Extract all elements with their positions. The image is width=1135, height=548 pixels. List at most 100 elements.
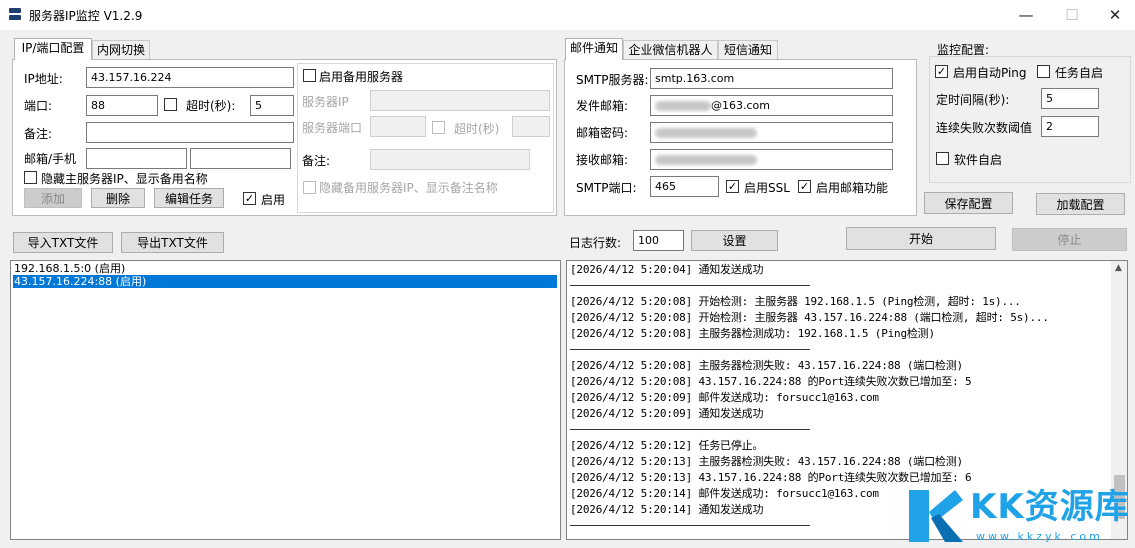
tab-wecom-robot[interactable]: 企业微信机器人 (623, 40, 718, 60)
enable-email-checkbox[interactable]: ✓ (798, 180, 811, 193)
backup-note-label: 备注: (302, 154, 331, 168)
timeout-input[interactable]: 5 (250, 95, 294, 116)
stop-button[interactable]: 停止 (1012, 228, 1127, 251)
log-separator (570, 285, 810, 286)
log-line: [2026/4/12 5:20:14] 邮件发送成功: forsucc1@163… (570, 487, 879, 500)
log-line: [2026/4/12 5:20:09] 邮件发送成功: forsucc1@163… (570, 391, 879, 404)
backup-timeout-checkbox[interactable] (432, 121, 445, 134)
app-icon (9, 8, 21, 21)
log-line: [2026/4/12 5:20:08] 开始检测: 主服务器 43.157.16… (570, 311, 1049, 324)
log-line: [2026/4/12 5:20:08] 开始检测: 主服务器 192.168.1… (570, 295, 1021, 308)
log-line: [2026/4/12 5:20:08] 43.157.16.224:88 的Po… (570, 375, 972, 388)
scroll-up-icon[interactable]: ▲ (1115, 263, 1122, 273)
save-config-button[interactable]: 保存配置 (924, 192, 1013, 214)
log-line: [2026/4/12 5:20:04] 通知发送成功 (570, 263, 764, 276)
log-lines-label: 日志行数: (569, 236, 622, 250)
ip-label: IP地址: (24, 72, 63, 86)
load-config-button[interactable]: 加载配置 (1036, 193, 1125, 215)
log-lines-input[interactable]: 100 (633, 230, 684, 251)
password-label: 邮箱密码: (576, 126, 629, 140)
redacted-blur (655, 128, 757, 138)
sender-domain: @163.com (711, 99, 770, 112)
enable-backup-checkbox[interactable] (303, 69, 316, 82)
hide-backup-ip-label: 隐藏备用服务器IP、显示备注名称 (319, 181, 498, 195)
tab-ip-port-config[interactable]: IP/端口配置 (14, 38, 92, 60)
hide-backup-ip-checkbox[interactable] (303, 181, 316, 194)
ssl-checkbox[interactable]: ✓ (726, 180, 739, 193)
hide-main-ip-label: 隐藏主服务器IP、显示备用名称 (41, 172, 208, 186)
sender-label: 发件邮箱: (576, 99, 629, 113)
redacted-blur (655, 101, 711, 111)
kk-logo-icon (909, 490, 963, 542)
timeout-checkbox[interactable] (164, 98, 177, 111)
backup-timeout-input[interactable] (512, 116, 550, 137)
add-button[interactable]: 添加 (24, 188, 82, 208)
enable-email-label: 启用邮箱功能 (816, 181, 889, 195)
contact-input-1[interactable] (86, 148, 187, 169)
port-label: 端口: (24, 99, 53, 113)
smtp-port-label: SMTP端口: (576, 181, 637, 195)
smtp-server-input[interactable]: smtp.163.com (650, 68, 893, 89)
smtp-server-label: SMTP服务器: (576, 73, 649, 87)
contact-input-2[interactable] (190, 148, 291, 169)
backup-ip-label: 服务器IP (302, 95, 349, 109)
interval-input[interactable]: 5 (1041, 88, 1099, 109)
backup-timeout-label: 超时(秒) (454, 122, 500, 136)
task-autostart-checkbox[interactable] (1037, 65, 1050, 78)
enable-backup-label: 启用备用服务器 (319, 70, 404, 84)
tab-sms-notify[interactable]: 短信通知 (718, 40, 778, 60)
minimize-button[interactable]: — (1003, 0, 1049, 30)
sender-input[interactable]: @163.com (650, 95, 893, 116)
port-input[interactable]: 88 (86, 95, 158, 116)
backup-note-input[interactable] (370, 149, 530, 170)
enable-task-label: 启用 (261, 193, 286, 207)
fail-threshold-label: 连续失败次数阈值 (936, 121, 1033, 135)
auto-ping-checkbox[interactable]: ✓ (935, 65, 948, 78)
timeout-label: 超时(秒): (186, 99, 236, 113)
list-item[interactable]: 192.168.1.5:0 (启用) (13, 262, 557, 275)
hide-main-ip-checkbox[interactable] (24, 171, 37, 184)
tab-intranet-switch[interactable]: 内网切换 (92, 40, 150, 60)
tab-email-notify[interactable]: 邮件通知 (565, 38, 623, 60)
backup-port-input[interactable] (370, 116, 426, 137)
server-list[interactable]: 192.168.1.5:0 (启用) 43.157.16.224:88 (启用) (10, 260, 561, 540)
software-autostart-label: 软件自启 (954, 153, 1003, 167)
password-input[interactable] (650, 122, 893, 143)
watermark-brand: KK资源库 (970, 487, 1130, 527)
ip-input[interactable]: 43.157.16.224 (86, 67, 294, 88)
enable-task-checkbox[interactable]: ✓ (243, 192, 256, 205)
log-line: [2026/4/12 5:20:14] 通知发送成功 (570, 503, 764, 516)
set-log-lines-button[interactable]: 设置 (691, 230, 778, 251)
start-button[interactable]: 开始 (846, 227, 996, 250)
log-separator (570, 525, 810, 526)
redacted-blur (655, 155, 757, 165)
backup-port-label: 服务器端口 (302, 121, 363, 135)
import-txt-button[interactable]: 导入TXT文件 (13, 232, 113, 253)
log-separator (570, 429, 810, 430)
backup-ip-input[interactable] (370, 90, 550, 111)
delete-button[interactable]: 删除 (91, 188, 145, 208)
title-bar (0, 0, 1135, 30)
ssl-label: 启用SSL (744, 181, 790, 195)
log-line: [2026/4/12 5:20:12] 任务已停止。 (570, 439, 764, 452)
export-txt-button[interactable]: 导出TXT文件 (121, 232, 224, 253)
log-line: [2026/4/12 5:20:13] 43.157.16.224:88 的Po… (570, 471, 972, 484)
note-input[interactable] (86, 122, 294, 143)
note-label: 备注: (24, 127, 53, 141)
contact-label: 邮箱/手机 (24, 152, 77, 166)
receiver-input[interactable] (650, 149, 893, 170)
software-autostart-checkbox[interactable] (936, 152, 949, 165)
close-button[interactable]: ✕ (1092, 0, 1135, 30)
interval-label: 定时间隔(秒): (936, 93, 1010, 107)
maximize-button[interactable]: ☐ (1049, 0, 1095, 30)
window-title: 服务器IP监控 V1.2.9 (29, 9, 143, 23)
auto-ping-label: 启用自动Ping (953, 66, 1027, 80)
edit-task-button[interactable]: 编辑任务 (154, 188, 224, 208)
log-line: [2026/4/12 5:20:08] 主服务器检测成功: 192.168.1.… (570, 327, 935, 340)
log-line: [2026/4/12 5:20:13] 主服务器检测失败: 43.157.16.… (570, 455, 963, 468)
smtp-port-input[interactable]: 465 (650, 176, 719, 197)
list-item-selected[interactable]: 43.157.16.224:88 (启用) (13, 275, 557, 288)
fail-threshold-input[interactable]: 2 (1041, 116, 1099, 137)
log-line: [2026/4/12 5:20:08] 主服务器检测失败: 43.157.16.… (570, 359, 963, 372)
task-autostart-label: 任务自启 (1055, 66, 1104, 80)
